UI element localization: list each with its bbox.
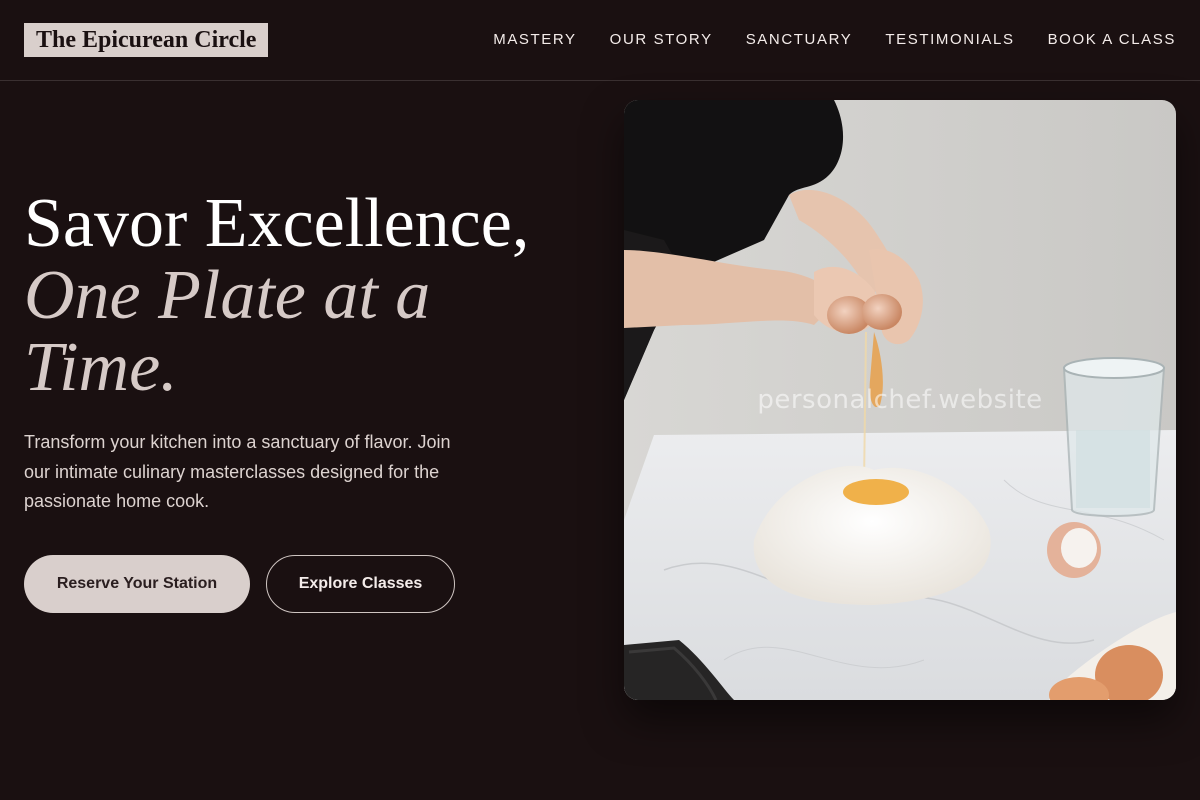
site-header: The Epicurean Circle MASTERY OUR STORY S…: [0, 0, 1200, 81]
reserve-station-button[interactable]: Reserve Your Station: [24, 555, 250, 613]
brand-logo[interactable]: The Epicurean Circle: [24, 23, 269, 57]
hero-image: personalchef.website: [624, 100, 1176, 700]
image-watermark: personalchef.website: [757, 385, 1043, 415]
headline-line-2: One Plate at a Time.: [24, 257, 431, 406]
hero-headline: Savor Excellence, One Plate at a Time.: [24, 188, 544, 404]
nav-item-our-story[interactable]: OUR STORY: [610, 30, 713, 50]
nav-item-testimonials[interactable]: TESTIMONIALS: [885, 30, 1014, 50]
hero-subtext: Transform your kitchen into a sanctuary …: [24, 432, 451, 511]
headline-line-1: Savor Excellence,: [24, 185, 530, 262]
explore-classes-button[interactable]: Explore Classes: [266, 555, 455, 613]
main-nav: MASTERY OUR STORY SANCTUARY TESTIMONIALS…: [493, 30, 1176, 50]
nav-item-sanctuary[interactable]: SANCTUARY: [746, 30, 853, 50]
nav-item-mastery[interactable]: MASTERY: [493, 30, 576, 50]
nav-item-book-a-class[interactable]: BOOK A CLASS: [1048, 30, 1176, 50]
